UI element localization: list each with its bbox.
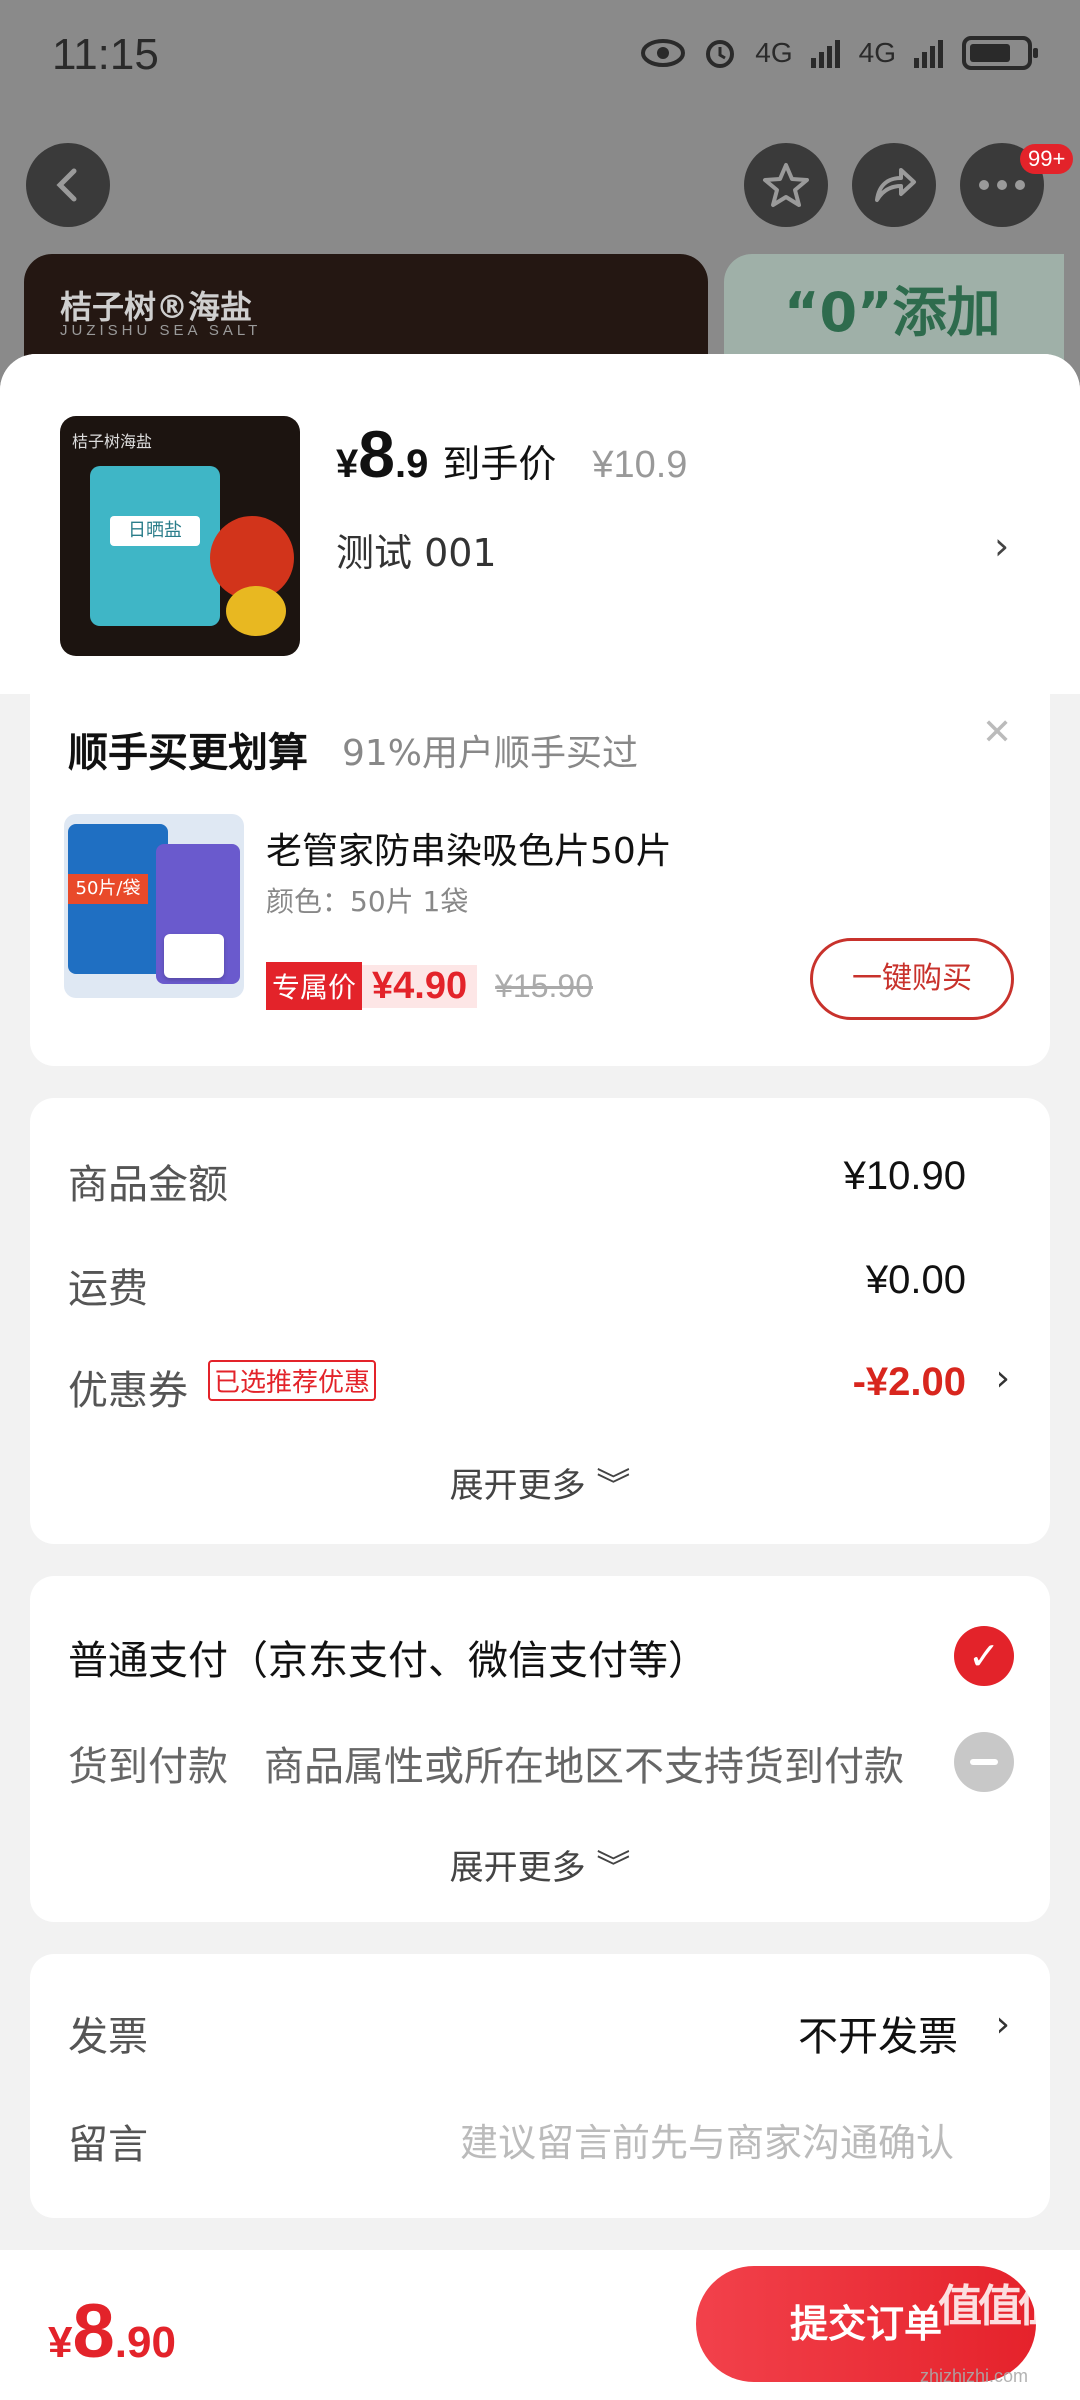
chevron-right-icon[interactable]: › bbox=[996, 1358, 1010, 1399]
bundle-original-price: ¥15.90 bbox=[495, 967, 593, 1004]
salt-bag-shape bbox=[90, 466, 220, 626]
notification-badge: 99+ bbox=[1020, 144, 1074, 174]
invoice-label: 发票 bbox=[68, 2014, 148, 2060]
product-image-brand: 桔子树海盐 bbox=[72, 432, 153, 451]
check-icon[interactable]: ✓ bbox=[954, 1626, 1014, 1686]
star-icon bbox=[763, 163, 809, 207]
signal-icon bbox=[810, 40, 840, 68]
invoice-value[interactable]: 不开发票 bbox=[798, 2004, 958, 2062]
price-currency: ¥ bbox=[336, 442, 359, 486]
checkout-bar: ¥ 8 .90 提交订单 bbox=[0, 2250, 1080, 2400]
goods-amount-label: 商品金额 bbox=[68, 1162, 228, 1208]
final-price-label: 到手价 bbox=[442, 442, 557, 486]
exclusive-price: ¥4.90 bbox=[362, 964, 478, 1008]
payment-cod-label: 货到付款 bbox=[68, 1744, 228, 1790]
note-input[interactable]: 建议留言前先与商家沟通确认 bbox=[460, 2112, 954, 2167]
variant-selector[interactable]: 测试 001 bbox=[336, 522, 497, 577]
status-bar: 11:15 4G 4G bbox=[0, 0, 1080, 120]
price-row: ¥ 8 .9 到手价 ¥10.9 bbox=[336, 416, 687, 492]
payment-card: 普通支付（京东支付、微信支付等） ✓ 货到付款 商品属性或所在地区不支持货到付款… bbox=[30, 1576, 1050, 1922]
order-sheet: 桔子树海盐 日晒盐 ¥ 8 .9 到手价 ¥10.9 测试 001 › 顺手买更… bbox=[0, 354, 1080, 2400]
total-integer: 8 bbox=[72, 2289, 115, 2374]
back-button[interactable] bbox=[26, 143, 110, 227]
bundle-close-icon[interactable]: ✕ bbox=[982, 712, 1012, 753]
bundle-item-name: 老管家防串染吸色片50片 bbox=[266, 831, 672, 872]
shipping-label: 运费 bbox=[68, 1266, 148, 1312]
watermark-logo: 值值值 bbox=[938, 2281, 1062, 2332]
watermark-url: zhizhizhi.com bbox=[920, 2366, 1029, 2386]
product-image: 桔子树海盐 日晒盐 bbox=[60, 416, 300, 656]
payment-cod-note: 商品属性或所在地区不支持货到付款 bbox=[264, 1744, 904, 1790]
bundle-subtitle: 91%用户顺手买过 bbox=[342, 733, 639, 774]
product-image-label: 日晒盐 bbox=[110, 516, 200, 546]
network-label-1: 4G bbox=[755, 37, 793, 68]
alarm-icon bbox=[706, 40, 735, 68]
package-tag: 50片/袋 bbox=[68, 874, 148, 904]
goods-amount-value: ¥10.90 bbox=[843, 1154, 966, 1198]
battery-icon bbox=[962, 36, 1038, 70]
bundle-product-image: 50片/袋 bbox=[64, 814, 244, 998]
chevron-right-icon[interactable]: › bbox=[996, 2004, 1010, 2045]
amount-card: 商品金额 ¥10.90 运费 ¥0.00 优惠券 已选推荐优惠 -¥2.00 ›… bbox=[30, 1098, 1050, 1544]
price-decimal: .9 bbox=[394, 442, 429, 486]
note-label: 留言 bbox=[68, 2122, 148, 2168]
invoice-card: 发票 不开发票 › 留言 建议留言前先与商家沟通确认 bbox=[30, 1954, 1050, 2218]
coupon-value[interactable]: -¥2.00 bbox=[853, 1360, 966, 1405]
expand-more-amounts[interactable]: 展开更多 ︾ bbox=[30, 1458, 1050, 1507]
sheet-cube-shape bbox=[164, 934, 224, 978]
status-time: 11:15 bbox=[52, 30, 159, 79]
lemon-shape bbox=[226, 586, 286, 636]
product-header: 桔子树海盐 日晒盐 ¥ 8 .9 到手价 ¥10.9 测试 001 › bbox=[0, 354, 1080, 694]
coupon-tag: 已选推荐优惠 bbox=[208, 1360, 377, 1401]
bundle-title: 顺手买更划算 bbox=[68, 730, 308, 776]
chevron-left-icon bbox=[56, 168, 77, 202]
bundle-price: 专属价 ¥4.90 ¥15.90 bbox=[266, 962, 593, 1010]
network-label-2: 4G bbox=[858, 37, 896, 68]
banner-subtitle: JUZISHU SEA SALT bbox=[60, 322, 262, 339]
signal-icon-2 bbox=[914, 40, 943, 68]
price-integer: 8 bbox=[358, 417, 395, 491]
more-dots-icon bbox=[979, 180, 1025, 190]
bundle-item-spec: 颜色：50片 1袋 bbox=[266, 885, 469, 918]
status-icons: 4G 4G bbox=[641, 36, 1038, 70]
share-icon bbox=[875, 168, 916, 202]
coupon-label: 优惠券 bbox=[68, 1368, 188, 1414]
eye-icon bbox=[641, 39, 686, 67]
total-decimal: .90 bbox=[114, 2318, 176, 2367]
shipping-value: ¥0.00 bbox=[865, 1258, 966, 1302]
total-price: ¥ 8 .90 bbox=[48, 2288, 176, 2375]
share-button[interactable] bbox=[852, 143, 936, 227]
favorite-button[interactable] bbox=[744, 143, 828, 227]
payment-normal-option[interactable]: 普通支付（京东支付、微信支付等） bbox=[68, 1628, 708, 1686]
exclusive-price-tag: 专属价 bbox=[266, 962, 363, 1010]
one-click-buy-button[interactable]: 一键购买 bbox=[810, 938, 1014, 1020]
bundle-card: 顺手买更划算 91%用户顺手买过 ✕ 50片/袋 老管家防串染吸色片50片 颜色… bbox=[30, 694, 1050, 1066]
expand-more-payments[interactable]: 展开更多 ︾ bbox=[30, 1840, 1050, 1889]
disabled-radio-icon bbox=[954, 1732, 1014, 1792]
original-price: ¥10.9 bbox=[592, 444, 688, 486]
total-currency: ¥ bbox=[48, 2318, 73, 2367]
chevron-right-icon[interactable]: › bbox=[994, 524, 1009, 568]
banner-right-text: “0”添加 bbox=[784, 281, 1001, 344]
